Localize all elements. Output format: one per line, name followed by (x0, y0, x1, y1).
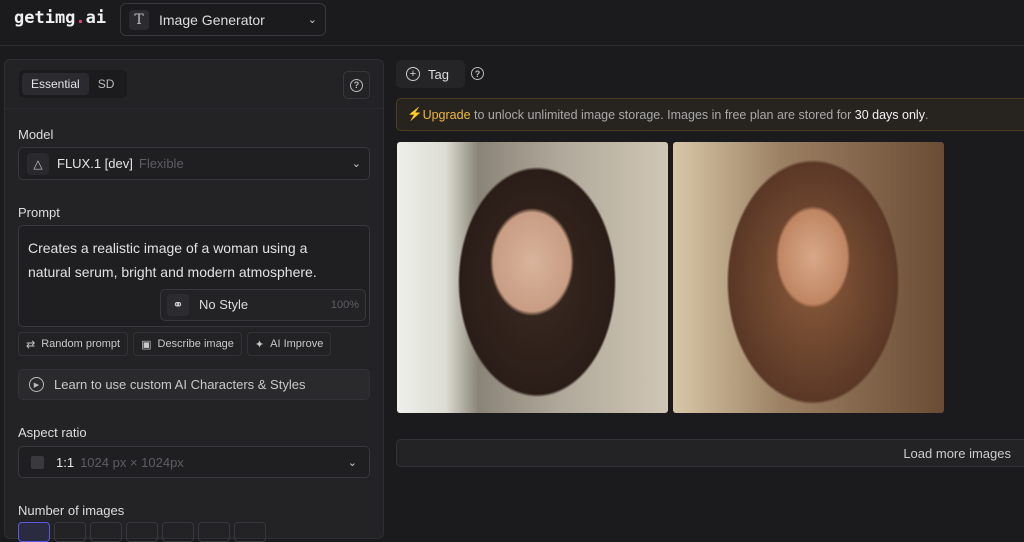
banner-text: to unlock unlimited image storage. Image… (470, 107, 855, 122)
describe-image-button[interactable]: ▣ Describe image (133, 332, 242, 356)
learn-label: Learn to use custom AI Characters & Styl… (54, 377, 306, 392)
logo-dot: . (75, 8, 86, 28)
aspect-ratio-value: 1:1 (56, 454, 75, 470)
model-subtitle: Flexible (138, 156, 184, 171)
aspect-dimensions: 1024 px × 1024px (80, 454, 184, 470)
number-of-images-label: Number of images (18, 503, 125, 518)
load-more-label: Load more images (903, 445, 1011, 461)
describe-image-label: Describe image (157, 338, 234, 350)
tag-help-icon[interactable]: ? (471, 67, 484, 80)
chevron-down-icon: ⌄ (347, 456, 357, 469)
help-button[interactable]: ? (343, 71, 370, 99)
settings-panel: Essential SD ? Model △ FLUX.1 [dev] Flex… (4, 59, 384, 542)
play-icon: ▶ (29, 377, 44, 392)
upgrade-link[interactable]: Upgrade (423, 108, 471, 122)
prompt-tools: ⇄ Random prompt ▣ Describe image ✦ AI Impro… (18, 332, 332, 356)
style-name: No Style (199, 297, 249, 312)
chevron-down-icon: ⌄ (351, 158, 361, 170)
top-bar: getimg.ai T Image Generator ⌄ (0, 0, 1024, 46)
random-prompt-label: Random prompt (41, 338, 121, 350)
ai-improve-label: AI Improve (270, 338, 324, 350)
model-name: FLUX.1 [dev] (57, 156, 133, 171)
lightning-icon: ⚡ (407, 107, 423, 121)
aspect-ratio-select[interactable]: 1:1 1024 px × 1024px ⌄ (18, 446, 370, 478)
upgrade-banner: ⚡ Upgrade to unlock unlimited image stor… (396, 98, 1024, 131)
banner-bold: 30 days only (854, 107, 925, 122)
generated-image[interactable] (397, 142, 668, 413)
mode-toggle: Essential SD (19, 70, 127, 98)
learn-characters-link[interactable]: ▶ Learn to use custom AI Characters & St… (18, 369, 370, 400)
model-label: Model (18, 127, 54, 142)
num-option[interactable] (54, 522, 86, 542)
flux-model-icon: △ (27, 152, 49, 175)
num-option[interactable] (162, 522, 194, 542)
prompt-text: Creates a realistic image of a woman usi… (28, 240, 317, 280)
ai-improve-button[interactable]: ✦ AI Improve (246, 332, 332, 356)
logo[interactable]: getimg.ai (14, 8, 106, 28)
generated-image[interactable] (673, 142, 944, 413)
chevron-down-icon: ⌄ (307, 14, 317, 26)
tab-essential[interactable]: Essential (22, 73, 89, 95)
plus-circle-icon: + (406, 67, 420, 81)
model-select[interactable]: △ FLUX.1 [dev] Flexible ⌄ (18, 147, 370, 180)
num-option[interactable] (18, 522, 50, 542)
logo-tld: ai (85, 8, 107, 28)
tag-label: Tag (428, 66, 449, 82)
num-option[interactable] (198, 522, 230, 542)
generator-select[interactable]: T Image Generator ⌄ (120, 3, 326, 36)
sparkle-icon: ✦ (254, 338, 265, 351)
aspect-ratio-label: Aspect ratio (18, 425, 87, 440)
style-circles-icon: ⚭ (167, 294, 189, 316)
style-select-button[interactable]: ⚭ No Style 100% (160, 289, 366, 321)
prompt-label: Prompt (18, 205, 60, 220)
square-icon (31, 455, 44, 469)
shuffle-icon: ⇄ (26, 338, 36, 351)
divider (5, 108, 383, 109)
prompt-input[interactable]: Creates a realistic image of a woman usi… (18, 225, 370, 327)
random-prompt-button[interactable]: ⇄ Random prompt (18, 332, 129, 356)
num-option[interactable] (126, 522, 158, 542)
generator-label: Image Generator (159, 11, 265, 28)
tab-sd[interactable]: SD (89, 73, 124, 95)
add-tag-button[interactable]: + Tag (396, 60, 465, 88)
num-option[interactable] (90, 522, 122, 542)
load-more-button[interactable]: Load more images (396, 439, 1024, 467)
image-icon: ▣ (141, 338, 152, 351)
text-icon: T (129, 9, 149, 30)
question-icon: ? (350, 78, 363, 92)
style-strength: 100% (330, 299, 359, 311)
logo-text: getimg (14, 8, 76, 28)
num-option[interactable] (234, 522, 266, 542)
banner-end: . (924, 107, 929, 122)
number-of-images-options (18, 522, 266, 542)
